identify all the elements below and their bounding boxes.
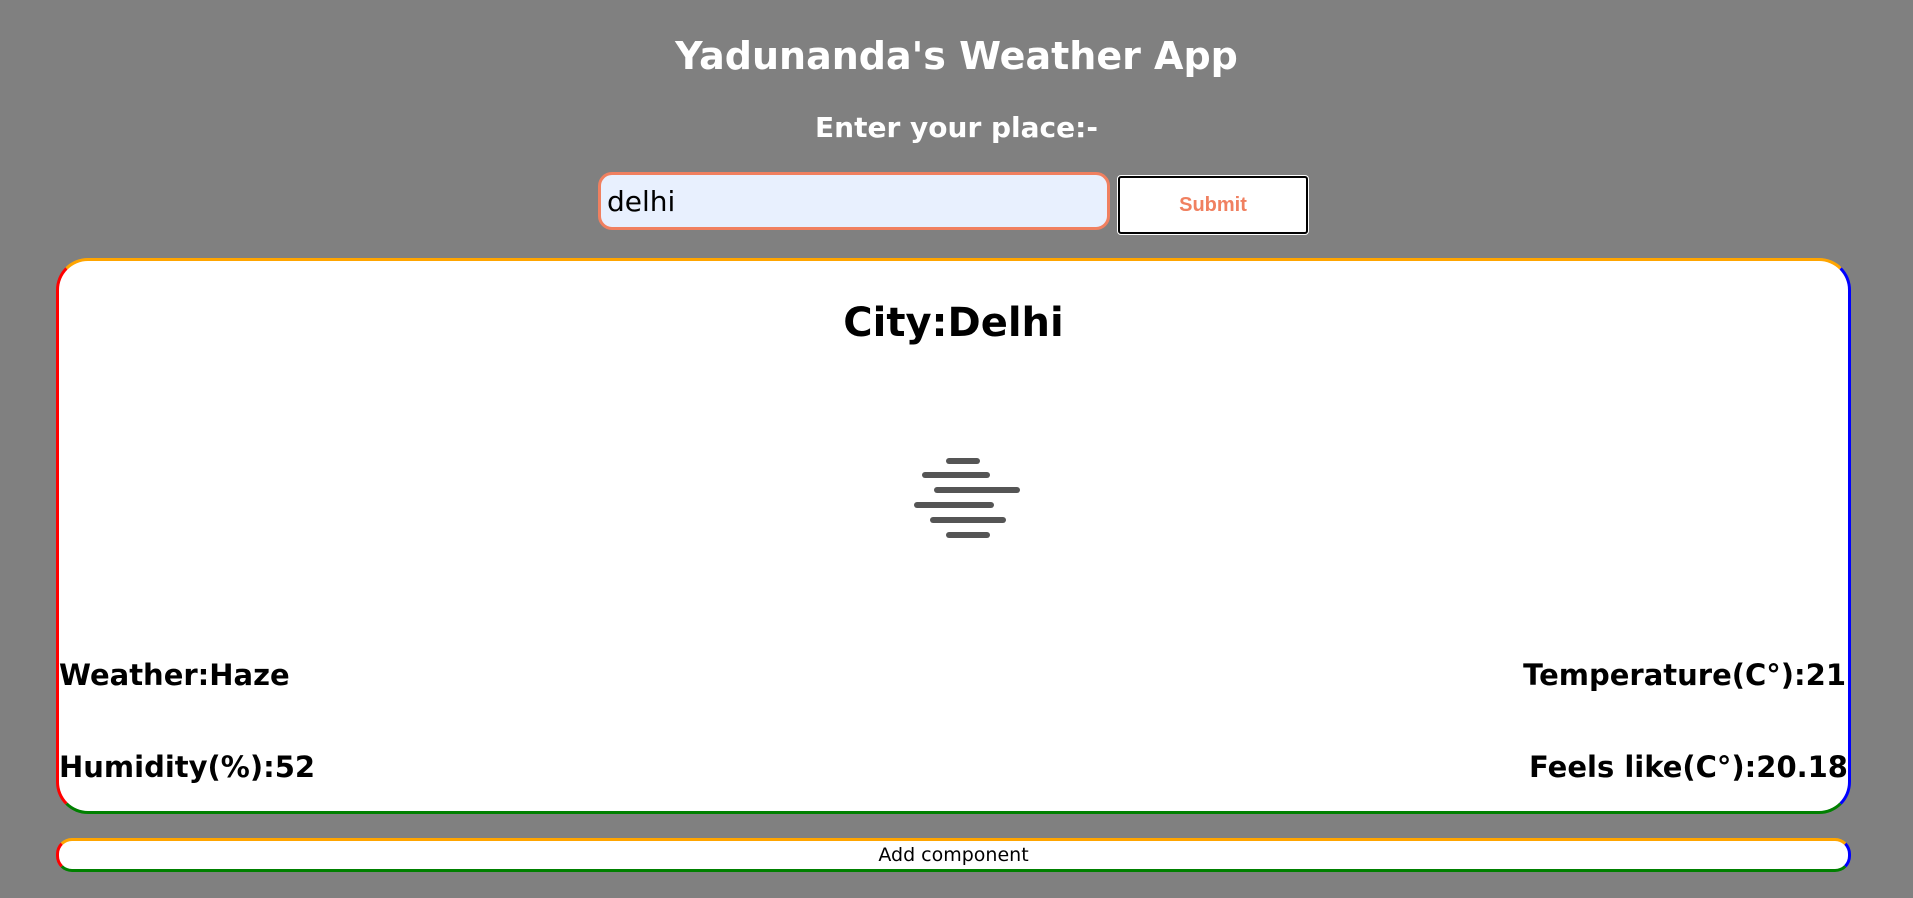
weather-app: Yadunanda's Weather App Enter your place… (0, 0, 1913, 898)
place-input[interactable] (598, 172, 1110, 230)
humidity-value: Humidity(%):52 (59, 750, 316, 784)
haze-icon (914, 458, 1020, 538)
add-component-button[interactable]: Add component (56, 838, 1851, 872)
temperature-value: Temperature(C°):21 (1523, 658, 1846, 692)
submit-button[interactable]: Submit (1118, 176, 1308, 234)
feels-like-value: Feels like(C°):20.18 (1529, 750, 1848, 784)
city-label: City:Delhi (843, 300, 1064, 346)
place-prompt: Enter your place:- (815, 111, 1098, 144)
app-title: Yadunanda's Weather App (675, 34, 1238, 78)
weather-card: City:Delhi Weather:Haze Humidity(%):52 T… (56, 258, 1851, 814)
weather-condition: Weather:Haze (59, 658, 290, 692)
